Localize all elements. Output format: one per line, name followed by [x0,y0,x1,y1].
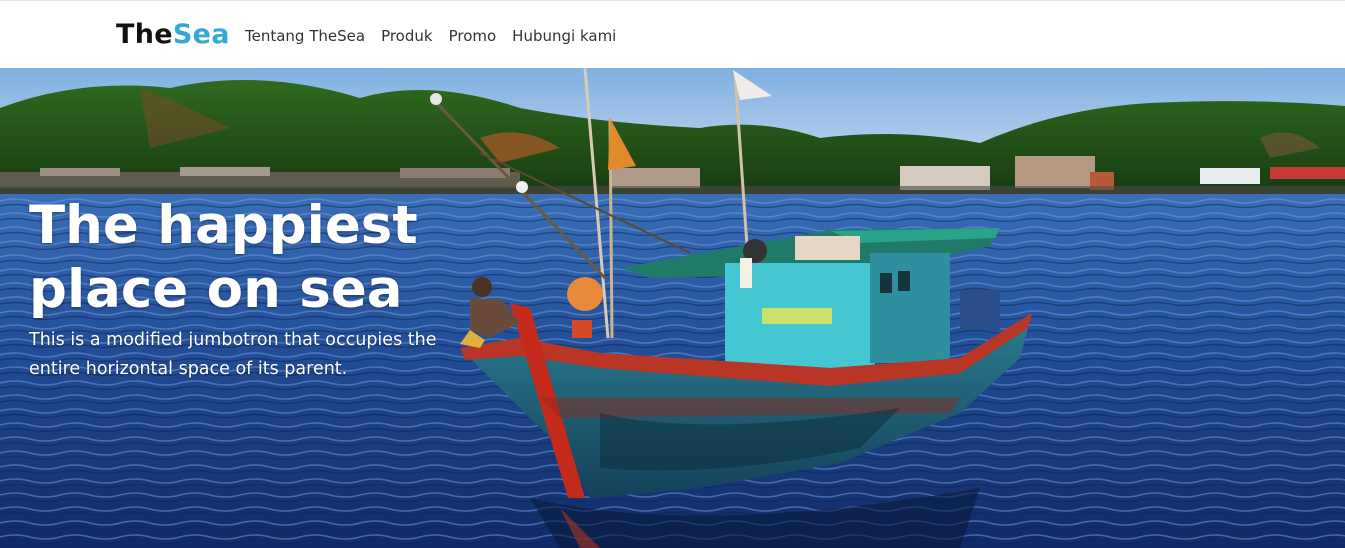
nav-links: Tentang TheSea Produk Promo Hubungi kami [245,25,632,47]
brand-part-the: The [116,19,173,50]
hero-lead: This is a modified jumbotron that occupi… [29,330,437,379]
nav-link-hubungi[interactable]: Hubungi kami [512,25,616,47]
nav-link-produk[interactable]: Produk [381,25,433,47]
navbar: TheSea Tentang TheSea Produk Promo Hubun… [0,0,1345,68]
brand-part-sea: Sea [172,19,230,50]
nav-link-tentang[interactable]: Tentang TheSea [245,25,365,47]
hero-title: The happiest place on sea [29,195,418,320]
brand-logo[interactable]: TheSea [116,18,230,52]
hero-jumbotron: The happiest place on sea This is a modi… [0,68,1345,548]
nav-link-promo[interactable]: Promo [449,25,497,47]
